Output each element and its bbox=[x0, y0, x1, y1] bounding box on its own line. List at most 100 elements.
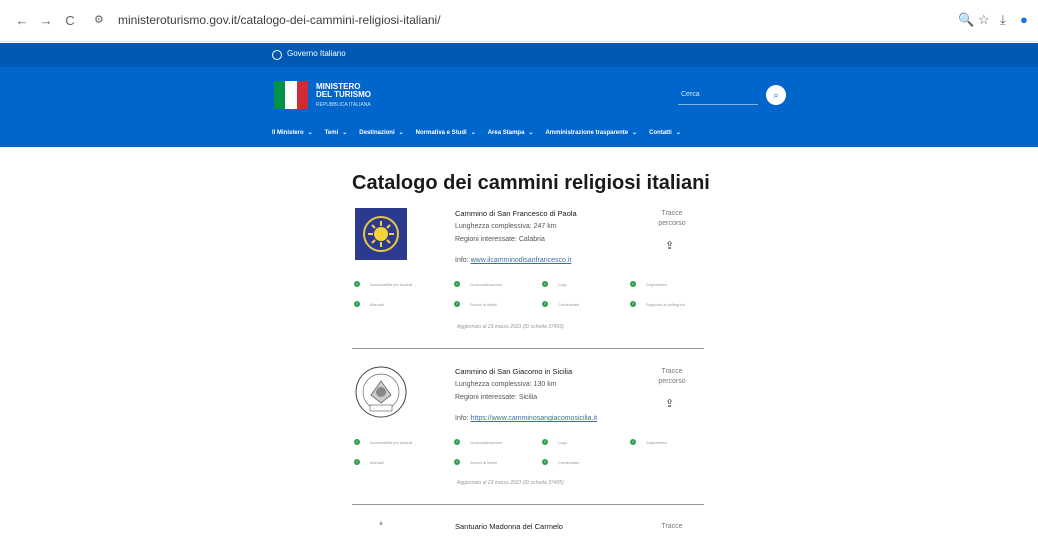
search-input[interactable]: Cerca bbox=[681, 91, 700, 98]
page-title: Catalogo dei cammini religiosi italiani bbox=[352, 172, 710, 194]
nav-item[interactable]: Normativa e Studi ⌄ bbox=[416, 129, 476, 136]
nav-item-label: Normativa e Studi bbox=[415, 130, 467, 136]
bookmark-star-icon[interactable]: ☆ bbox=[978, 12, 990, 28]
zoom-icon[interactable]: 🔍 bbox=[958, 12, 974, 28]
feature-label: Servizi ai fedeli bbox=[470, 459, 497, 465]
site-header: MINISTERO DEL TURISMO REPUBBLICA ITALIAN… bbox=[0, 67, 1038, 147]
download-icon[interactable]: ⤓ bbox=[1000, 12, 1006, 28]
feature-item: ✓ Servizi ai fedeli bbox=[454, 459, 497, 465]
search-underline bbox=[678, 104, 758, 105]
check-icon: ✓ bbox=[630, 301, 636, 307]
reload-icon[interactable]: C bbox=[62, 13, 78, 29]
feature-item: ✓ Supporto al pellegrino bbox=[630, 301, 685, 307]
check-icon: ✓ bbox=[454, 301, 460, 307]
nav-item-label: Il Ministero bbox=[272, 130, 304, 136]
cammino-title: Santuario Madonna del Carmelo bbox=[455, 522, 563, 531]
feature-item: ✓ Geolocalizzazione bbox=[454, 281, 502, 287]
cammino-logo-madonna-carmelo bbox=[379, 520, 383, 525]
chevron-down-icon: ⌄ bbox=[342, 130, 348, 136]
check-icon: ✓ bbox=[454, 281, 460, 287]
feature-label: Logo bbox=[558, 281, 567, 287]
chevron-down-icon: ⌄ bbox=[528, 130, 534, 136]
cammino-info: Info: www.ilcamminodisanfrancesco.it bbox=[455, 257, 571, 264]
nav-item[interactable]: Destinazioni ⌄ bbox=[359, 129, 403, 136]
last-updated: Aggiornato al 23 marzo 2023 (ID scheda 3… bbox=[457, 480, 564, 486]
tracce-percorso-label: Tracce bbox=[661, 523, 683, 530]
main-navigation: Il Ministero ⌄ Temi ⌄ Destinazioni ⌄ Normativa… bbox=[272, 129, 681, 136]
check-icon: ✓ bbox=[630, 281, 636, 287]
info-link[interactable]: https://www.camminosangiacomosicilia.it bbox=[471, 415, 597, 422]
site-info-icon[interactable]: ⚙ bbox=[94, 13, 104, 26]
search-icon[interactable]: ⌕ bbox=[766, 85, 786, 105]
cammino-regions: Regioni interessate: Calabria bbox=[455, 236, 545, 243]
governo-italiano-link[interactable]: Governo Italiano bbox=[287, 49, 346, 58]
card-divider bbox=[352, 348, 704, 349]
cammino-card: Santuario Madonna del Carmelo Tracce bbox=[352, 520, 704, 539]
cloud-download-icon[interactable]: ⇪ bbox=[665, 239, 674, 252]
ministry-name[interactable]: MINISTERO DEL TURISMO bbox=[316, 83, 371, 99]
ministry-line2: DEL TURISMO bbox=[316, 90, 371, 99]
cammino-title: Cammino di San Giacomo in Sicilia bbox=[455, 367, 573, 376]
nav-item-label: Destinazioni bbox=[359, 130, 395, 136]
feature-label: Segnaletica bbox=[646, 281, 667, 287]
nav-item[interactable]: Temi ⌄ bbox=[325, 129, 348, 136]
italian-flag-logo[interactable] bbox=[274, 81, 308, 109]
card-divider bbox=[352, 504, 704, 505]
chevron-down-icon: ⌄ bbox=[675, 130, 681, 136]
ministry-subtitle: REPUBBLICA ITALIANA bbox=[316, 102, 371, 108]
feature-label: Supporto al pellegrino bbox=[646, 301, 685, 307]
feature-label: Credenziale bbox=[558, 459, 580, 465]
feature-item: ✓ Servizi ai fedeli bbox=[454, 301, 497, 307]
address-bar[interactable]: ⚙ ministeroturismo.gov.it/catalogo-dei-c… bbox=[88, 10, 844, 32]
feature-item: ✓ Manuali bbox=[354, 459, 384, 465]
check-icon: ✓ bbox=[354, 281, 360, 287]
last-updated: Aggiornato al 23 marzo 2023 (ID scheda 3… bbox=[457, 324, 564, 330]
check-icon: ✓ bbox=[454, 439, 460, 445]
check-icon: ✓ bbox=[354, 301, 360, 307]
feature-label: Manuali bbox=[370, 459, 385, 465]
nav-item-label: Contatti bbox=[649, 130, 672, 136]
chevron-down-icon: ⌄ bbox=[632, 130, 638, 136]
check-icon: ✓ bbox=[630, 439, 636, 445]
cammino-length: Lunghezza complessiva: 247 km bbox=[455, 223, 557, 230]
back-icon[interactable]: ← bbox=[14, 13, 30, 29]
nav-item[interactable]: Area Stampa ⌄ bbox=[488, 129, 534, 136]
check-icon: ✓ bbox=[542, 281, 548, 287]
flag-stripe bbox=[285, 81, 297, 109]
feature-label: Logo bbox=[558, 439, 567, 445]
feature-label: Servizi ai fedeli bbox=[470, 301, 497, 307]
tracce-percorso-label: Tracce percorso bbox=[658, 210, 686, 227]
flag-stripe bbox=[296, 81, 308, 109]
cammino-length: Lunghezza complessiva: 130 km bbox=[455, 381, 557, 388]
info-label: Info: bbox=[455, 415, 471, 422]
cammino-card: Cammino di San Francesco di Paola Lunghe… bbox=[352, 207, 704, 357]
nav-item-label: Area Stampa bbox=[487, 130, 525, 136]
nav-item[interactable]: Il Ministero ⌄ bbox=[272, 129, 313, 136]
nav-item-label: Temi bbox=[324, 130, 339, 136]
check-icon: ✓ bbox=[542, 439, 548, 445]
flag-stripe bbox=[274, 81, 286, 109]
profile-icon[interactable]: ● bbox=[1020, 12, 1028, 27]
cammino-info: Info: https://www.camminosangiacomosicil… bbox=[455, 415, 597, 422]
cloud-download-icon[interactable]: ⇪ bbox=[665, 397, 674, 410]
forward-icon[interactable]: → bbox=[38, 13, 54, 29]
feature-item: ✓ Logo bbox=[542, 281, 567, 287]
feature-item: ✓ Accessibilità per disabili bbox=[354, 281, 412, 287]
feature-item: ✓ Accessibilità per disabili bbox=[354, 439, 412, 445]
check-icon: ✓ bbox=[542, 459, 548, 465]
nav-item-label: Amministrazione trasparente bbox=[545, 130, 629, 136]
nav-item[interactable]: Contatti ⌄ bbox=[649, 129, 681, 136]
feature-item: ✓ Geolocalizzazione bbox=[454, 439, 502, 445]
chevron-down-icon: ⌄ bbox=[470, 130, 476, 136]
info-link[interactable]: www.ilcamminodisanfrancesco.it bbox=[471, 257, 572, 264]
cammino-regions: Regioni interessate: Sicilia bbox=[455, 394, 538, 401]
check-icon: ✓ bbox=[542, 301, 548, 307]
check-icon: ✓ bbox=[354, 459, 360, 465]
feature-label: Accessibilità per disabili bbox=[370, 439, 413, 445]
feature-label: Segnaletica bbox=[646, 439, 667, 445]
url-text[interactable]: ministeroturismo.gov.it/catalogo-dei-cam… bbox=[118, 13, 441, 27]
feature-label: Manuali bbox=[370, 301, 385, 307]
nav-item[interactable]: Amministrazione trasparente ⌄ bbox=[545, 129, 637, 136]
chevron-down-icon: ⌄ bbox=[307, 130, 313, 136]
gov-logo-icon bbox=[272, 50, 282, 60]
